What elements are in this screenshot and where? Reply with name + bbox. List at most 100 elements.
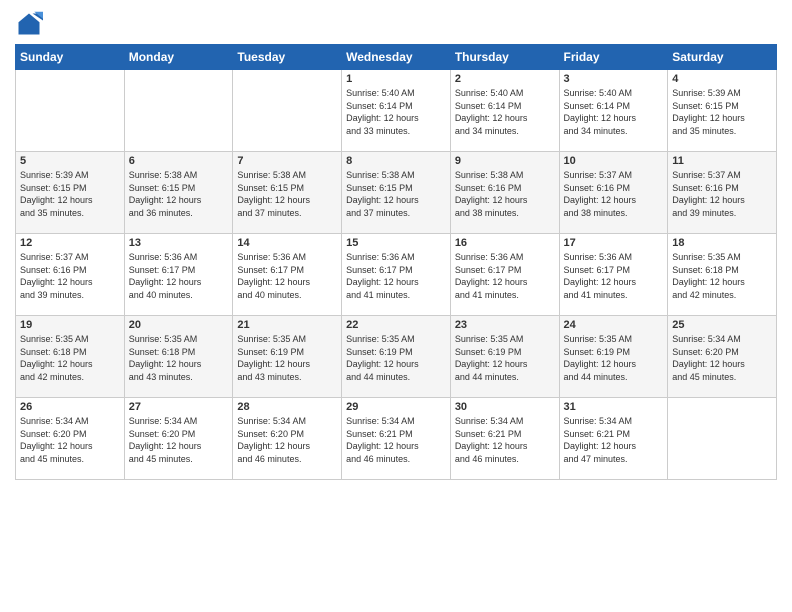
day-info: Sunrise: 5:38 AM Sunset: 6:16 PM Dayligh… [455, 169, 555, 219]
calendar-cell: 10Sunrise: 5:37 AM Sunset: 6:16 PM Dayli… [559, 152, 668, 234]
header [15, 10, 777, 38]
calendar-cell: 5 Sunrise: 5:39 AM Sunset: 6:15 PM Daylig… [16, 152, 125, 234]
weekday-header: Friday [559, 45, 668, 70]
weekday-header: Thursday [450, 45, 559, 70]
day-number: 26 [20, 401, 120, 413]
day-info: Sunrise: 5:35 AM Sunset: 6:19 PM Dayligh… [455, 333, 555, 383]
day-number: 6 [129, 155, 229, 167]
calendar-body: 1 Sunrise: 5:40 AM Sunset: 6:14 PM Daylig… [16, 70, 777, 480]
day-number: 21 [237, 319, 337, 331]
calendar-cell: 9 Sunrise: 5:38 AM Sunset: 6:16 PM Daylig… [450, 152, 559, 234]
calendar-cell: 29 Sunrise: 5:34 AM Sunset: 6:21 PM Dayli… [342, 398, 451, 480]
calendar-cell: 12 Sunrise: 5:37 AM Sunset: 6:16 PM Dayli… [16, 234, 125, 316]
weekday-header: Monday [124, 45, 233, 70]
day-number: 9 [455, 155, 555, 167]
calendar-cell: 14 Sunrise: 5:36 AM Sunset: 6:17 PM Dayli… [233, 234, 342, 316]
calendar-table: SundayMondayTuesdayWednesdayThursdayFrid… [15, 44, 777, 480]
day-info: Sunrise: 5:38 AM Sunset: 6:15 PM Dayligh… [346, 169, 446, 219]
day-info: Sunrise: 5:36 AM Sunset: 6:17 PM Dayligh… [129, 251, 229, 301]
day-number: 3 [564, 73, 664, 85]
day-info: Sunrise: 5:35 AM Sunset: 6:18 PM Dayligh… [20, 333, 120, 383]
day-info: Sunrise: 5:40 AM Sunset: 6:14 PM Dayligh… [455, 87, 555, 137]
day-number: 14 [237, 237, 337, 249]
calendar-cell: 20Sunrise: 5:35 AM Sunset: 6:18 PM Dayli… [124, 316, 233, 398]
calendar-cell: 4 Sunrise: 5:39 AM Sunset: 6:15 PM Daylig… [668, 70, 777, 152]
day-number: 16 [455, 237, 555, 249]
weekday-header-row: SundayMondayTuesdayWednesdayThursdayFrid… [16, 45, 777, 70]
calendar-cell: 8 Sunrise: 5:38 AM Sunset: 6:15 PM Daylig… [342, 152, 451, 234]
day-number: 18 [672, 237, 772, 249]
day-info: Sunrise: 5:36 AM Sunset: 6:17 PM Dayligh… [455, 251, 555, 301]
day-info: Sunrise: 5:39 AM Sunset: 6:15 PM Dayligh… [20, 169, 120, 219]
calendar-cell [668, 398, 777, 480]
calendar-cell: 24Sunrise: 5:35 AM Sunset: 6:19 PM Dayli… [559, 316, 668, 398]
day-info: Sunrise: 5:35 AM Sunset: 6:19 PM Dayligh… [346, 333, 446, 383]
calendar-cell: 22 Sunrise: 5:35 AM Sunset: 6:19 PM Dayli… [342, 316, 451, 398]
day-number: 8 [346, 155, 446, 167]
day-info: Sunrise: 5:38 AM Sunset: 6:15 PM Dayligh… [129, 169, 229, 219]
calendar-cell: 19Sunrise: 5:35 AM Sunset: 6:18 PM Dayli… [16, 316, 125, 398]
calendar-cell: 7Sunrise: 5:38 AM Sunset: 6:15 PM Daylig… [233, 152, 342, 234]
day-info: Sunrise: 5:36 AM Sunset: 6:17 PM Dayligh… [346, 251, 446, 301]
calendar-cell: 1 Sunrise: 5:40 AM Sunset: 6:14 PM Daylig… [342, 70, 451, 152]
day-info: Sunrise: 5:40 AM Sunset: 6:14 PM Dayligh… [564, 87, 664, 137]
day-number: 31 [564, 401, 664, 413]
day-number: 17 [564, 237, 664, 249]
day-info: Sunrise: 5:34 AM Sunset: 6:20 PM Dayligh… [129, 415, 229, 465]
logo [15, 10, 47, 38]
day-info: Sunrise: 5:34 AM Sunset: 6:21 PM Dayligh… [346, 415, 446, 465]
calendar-cell: 13Sunrise: 5:36 AM Sunset: 6:17 PM Dayli… [124, 234, 233, 316]
day-info: Sunrise: 5:36 AM Sunset: 6:17 PM Dayligh… [237, 251, 337, 301]
calendar-week-row: 12 Sunrise: 5:37 AM Sunset: 6:16 PM Dayli… [16, 234, 777, 316]
calendar-cell: 18Sunrise: 5:35 AM Sunset: 6:18 PM Dayli… [668, 234, 777, 316]
page: SundayMondayTuesdayWednesdayThursdayFrid… [0, 0, 792, 612]
day-info: Sunrise: 5:40 AM Sunset: 6:14 PM Dayligh… [346, 87, 446, 137]
day-info: Sunrise: 5:35 AM Sunset: 6:19 PM Dayligh… [564, 333, 664, 383]
day-number: 27 [129, 401, 229, 413]
weekday-header: Wednesday [342, 45, 451, 70]
day-info: Sunrise: 5:39 AM Sunset: 6:15 PM Dayligh… [672, 87, 772, 137]
calendar-cell [233, 70, 342, 152]
day-info: Sunrise: 5:34 AM Sunset: 6:20 PM Dayligh… [672, 333, 772, 383]
calendar-cell: 15 Sunrise: 5:36 AM Sunset: 6:17 PM Dayli… [342, 234, 451, 316]
day-info: Sunrise: 5:37 AM Sunset: 6:16 PM Dayligh… [672, 169, 772, 219]
calendar-week-row: 19Sunrise: 5:35 AM Sunset: 6:18 PM Dayli… [16, 316, 777, 398]
day-info: Sunrise: 5:34 AM Sunset: 6:20 PM Dayligh… [237, 415, 337, 465]
day-info: Sunrise: 5:34 AM Sunset: 6:21 PM Dayligh… [564, 415, 664, 465]
day-number: 10 [564, 155, 664, 167]
day-number: 5 [20, 155, 120, 167]
day-number: 4 [672, 73, 772, 85]
day-info: Sunrise: 5:37 AM Sunset: 6:16 PM Dayligh… [20, 251, 120, 301]
day-number: 30 [455, 401, 555, 413]
weekday-header: Saturday [668, 45, 777, 70]
calendar-cell: 2 Sunrise: 5:40 AM Sunset: 6:14 PM Daylig… [450, 70, 559, 152]
day-info: Sunrise: 5:38 AM Sunset: 6:15 PM Dayligh… [237, 169, 337, 219]
day-number: 15 [346, 237, 446, 249]
calendar-cell: 3 Sunrise: 5:40 AM Sunset: 6:14 PM Daylig… [559, 70, 668, 152]
calendar-week-row: 5 Sunrise: 5:39 AM Sunset: 6:15 PM Daylig… [16, 152, 777, 234]
calendar-cell: 31 Sunrise: 5:34 AM Sunset: 6:21 PM Dayli… [559, 398, 668, 480]
calendar-cell: 11 Sunrise: 5:37 AM Sunset: 6:16 PM Dayli… [668, 152, 777, 234]
day-info: Sunrise: 5:34 AM Sunset: 6:20 PM Dayligh… [20, 415, 120, 465]
day-number: 1 [346, 73, 446, 85]
day-number: 28 [237, 401, 337, 413]
day-number: 2 [455, 73, 555, 85]
calendar-cell [16, 70, 125, 152]
day-number: 22 [346, 319, 446, 331]
generalblue-logo-icon [15, 10, 43, 38]
calendar-cell: 30Sunrise: 5:34 AM Sunset: 6:21 PM Dayli… [450, 398, 559, 480]
calendar-cell [124, 70, 233, 152]
day-info: Sunrise: 5:36 AM Sunset: 6:17 PM Dayligh… [564, 251, 664, 301]
day-number: 11 [672, 155, 772, 167]
day-number: 25 [672, 319, 772, 331]
calendar-cell: 16 Sunrise: 5:36 AM Sunset: 6:17 PM Dayli… [450, 234, 559, 316]
calendar-week-row: 26 Sunrise: 5:34 AM Sunset: 6:20 PM Dayli… [16, 398, 777, 480]
calendar-cell: 17 Sunrise: 5:36 AM Sunset: 6:17 PM Dayli… [559, 234, 668, 316]
calendar-cell: 23 Sunrise: 5:35 AM Sunset: 6:19 PM Dayli… [450, 316, 559, 398]
calendar-cell: 6 Sunrise: 5:38 AM Sunset: 6:15 PM Daylig… [124, 152, 233, 234]
day-number: 12 [20, 237, 120, 249]
calendar-cell: 26 Sunrise: 5:34 AM Sunset: 6:20 PM Dayli… [16, 398, 125, 480]
day-number: 29 [346, 401, 446, 413]
day-number: 23 [455, 319, 555, 331]
calendar-cell: 27 Sunrise: 5:34 AM Sunset: 6:20 PM Dayli… [124, 398, 233, 480]
